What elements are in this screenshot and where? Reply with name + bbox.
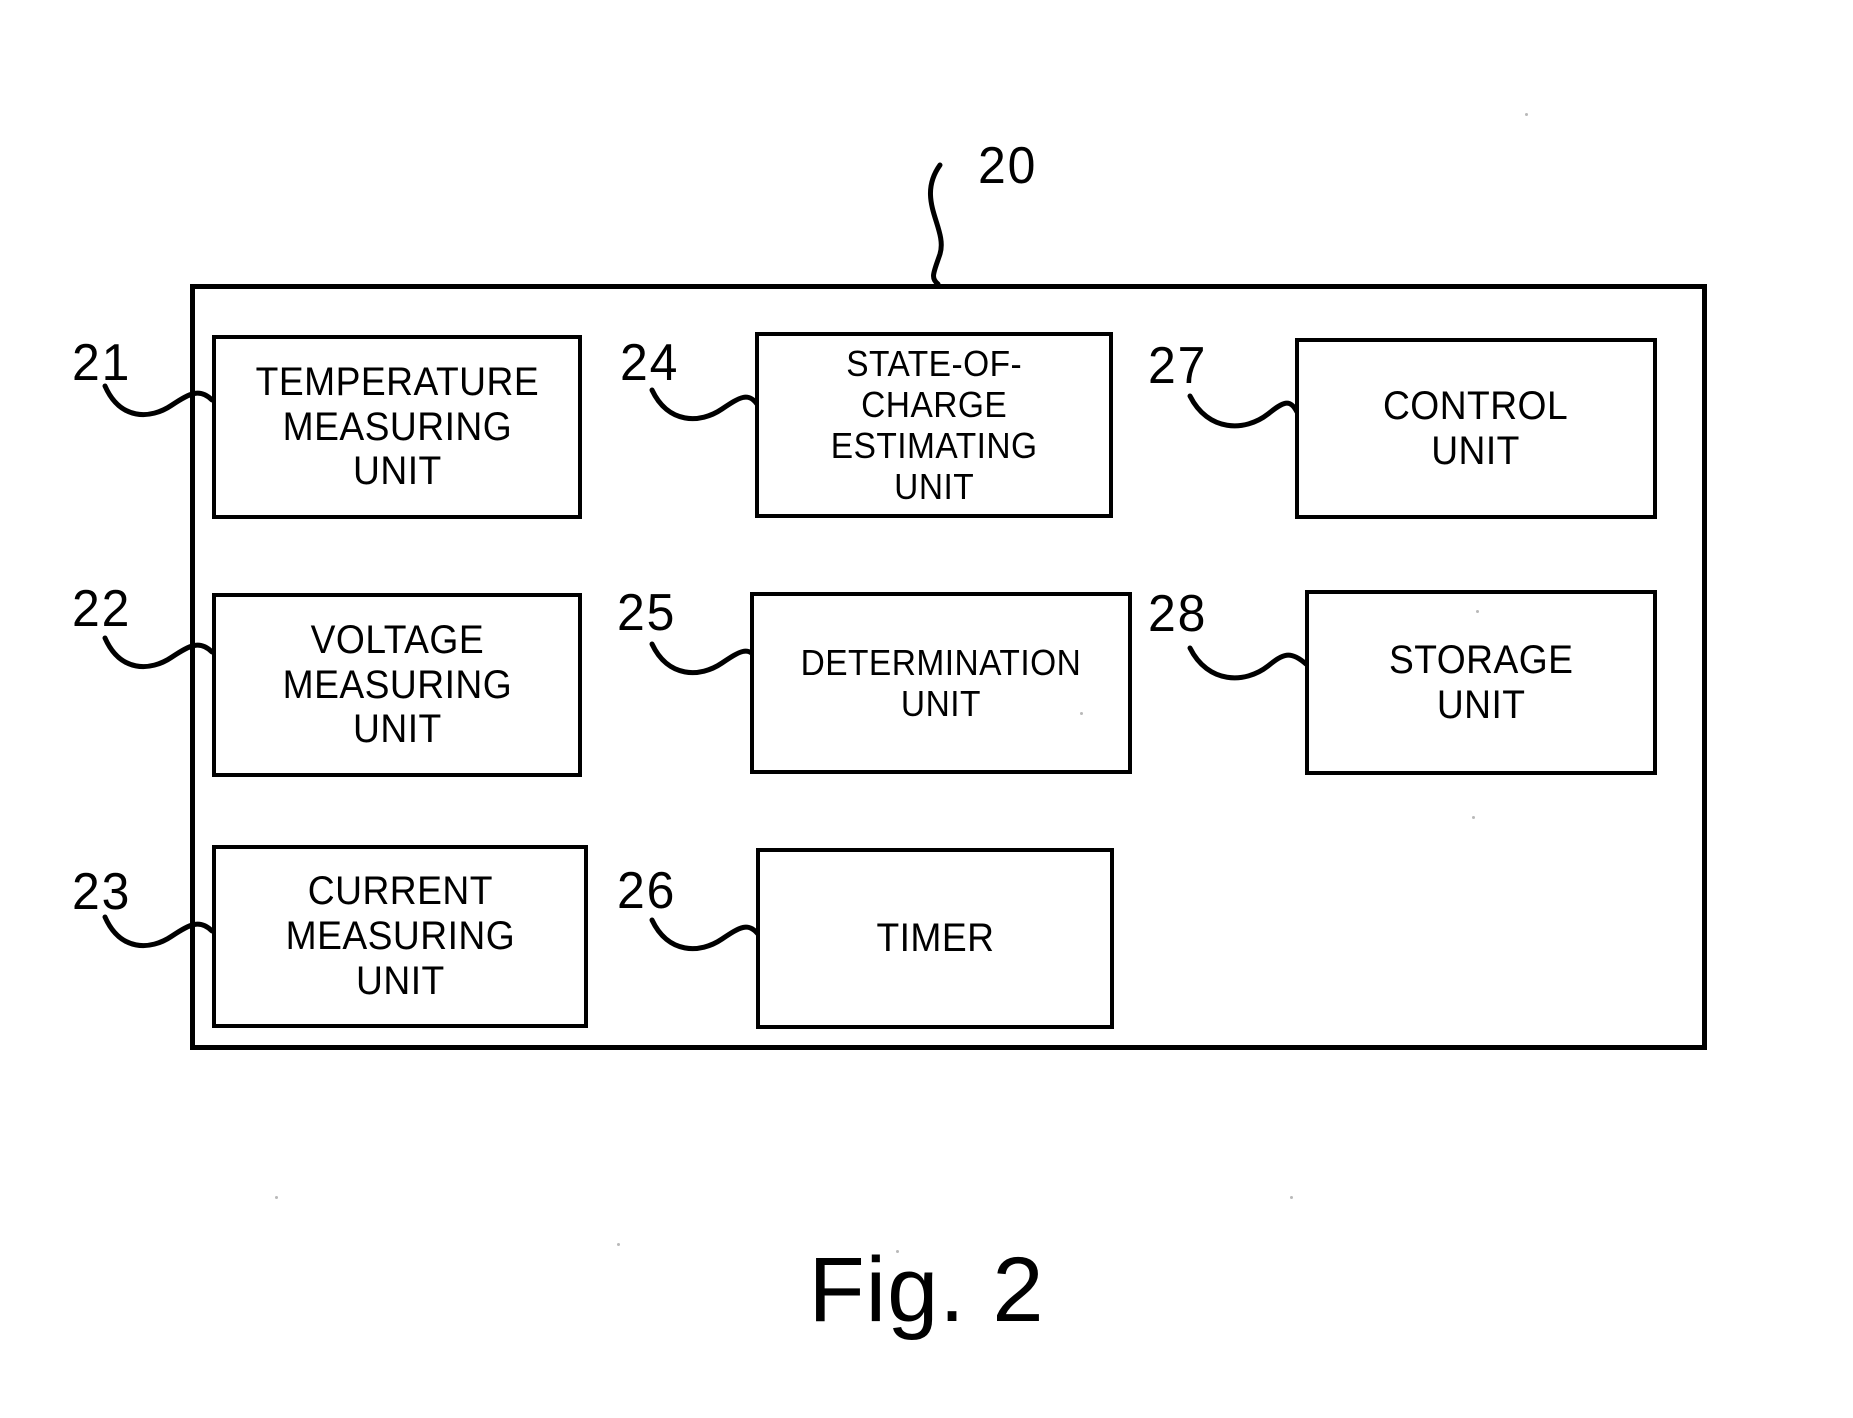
scan-speck	[1080, 712, 1083, 715]
scan-speck	[1476, 610, 1479, 613]
block-voltage-measuring-unit: VOLTAGE MEASURING UNIT	[212, 593, 582, 777]
scan-speck	[1472, 816, 1475, 819]
block-control-unit: CONTROL UNIT	[1295, 338, 1657, 519]
block-temperature-measuring-unit: TEMPERATURE MEASURING UNIT	[212, 335, 582, 519]
reference-numeral-27: 27	[1148, 337, 1208, 395]
reference-numeral-23: 23	[72, 863, 132, 921]
figure-caption: Fig. 2	[808, 1239, 1045, 1341]
reference-numeral-22: 22	[72, 580, 132, 638]
block-label-25: DETERMINATION UNIT	[800, 641, 1082, 724]
block-label-27: CONTROL UNIT	[1383, 383, 1569, 473]
reference-numeral-25: 25	[617, 584, 677, 642]
reference-numeral-24: 24	[620, 334, 680, 392]
block-label-28: STORAGE UNIT	[1388, 637, 1574, 727]
block-label-22: VOLTAGE MEASURING UNIT	[282, 617, 512, 752]
reference-numeral-21: 21	[72, 334, 132, 392]
patent-figure: TEMPERATURE MEASURING UNIT VOLTAGE MEASU…	[0, 0, 1853, 1418]
leader-line-20	[927, 162, 944, 287]
scan-speck	[617, 1243, 620, 1246]
scan-speck	[896, 1250, 899, 1253]
block-timer: TIMER	[756, 848, 1114, 1029]
block-state-of-charge-estimating-unit: STATE-OF- CHARGE ESTIMATING UNIT	[755, 332, 1113, 518]
block-storage-unit: STORAGE UNIT	[1305, 590, 1657, 775]
reference-numeral-20: 20	[978, 137, 1038, 195]
scan-speck	[275, 1196, 278, 1199]
block-determination-unit: DETERMINATION UNIT	[750, 592, 1132, 774]
scan-speck	[1525, 113, 1528, 116]
block-current-measuring-unit: CURRENT MEASURING UNIT	[212, 845, 588, 1028]
block-label-21: TEMPERATURE MEASURING UNIT	[255, 359, 539, 494]
block-label-23: CURRENT MEASURING UNIT	[285, 869, 515, 1003]
reference-numeral-28: 28	[1148, 585, 1208, 643]
block-label-24: STATE-OF- CHARGE ESTIMATING UNIT	[830, 342, 1038, 508]
block-label-26: TIMER	[875, 916, 995, 961]
scan-speck	[1290, 1196, 1293, 1199]
reference-numeral-26: 26	[617, 862, 677, 920]
